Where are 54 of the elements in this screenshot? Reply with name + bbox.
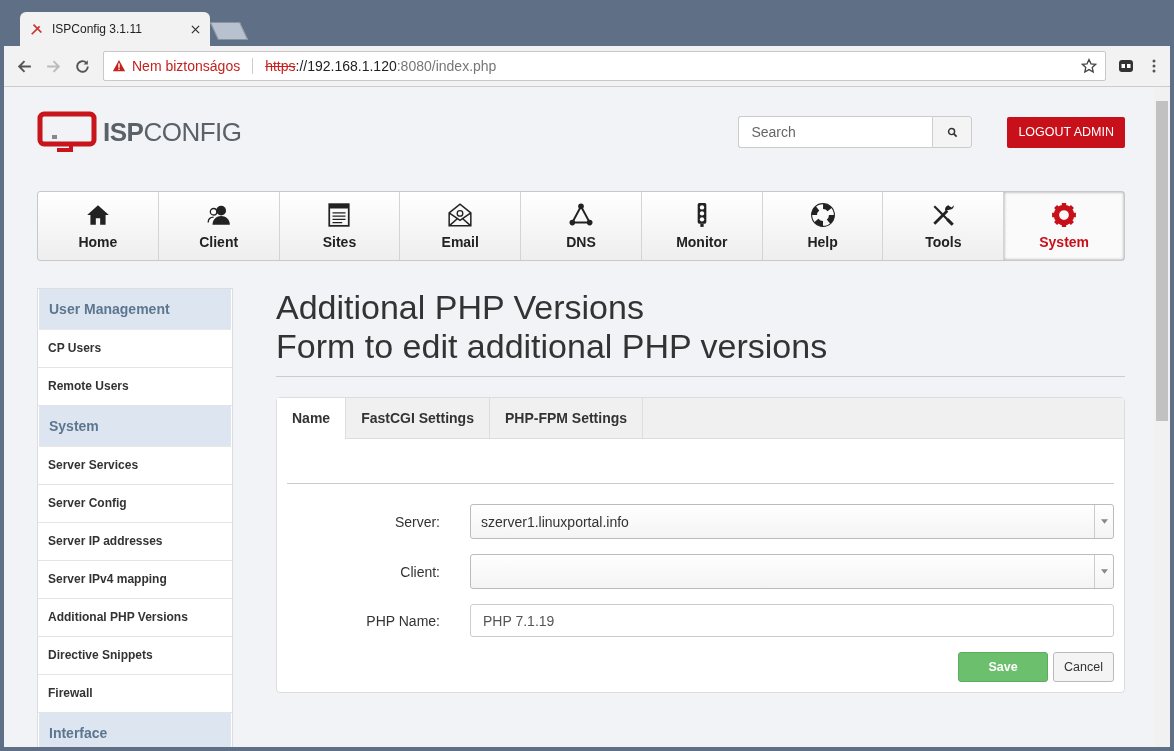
sidebar-heading: System	[39, 406, 231, 447]
form-tab[interactable]: FastCGI Settings	[346, 398, 490, 438]
sidebar-item[interactable]: Server IPv4 mapping	[38, 561, 232, 599]
page-icon	[326, 202, 353, 228]
logout-button[interactable]: LOGOUT ADMIN	[1007, 116, 1125, 148]
field-label: PHP Name:	[365, 612, 441, 629]
sidebar-item[interactable]: Server Config	[38, 485, 232, 523]
sidebar-item[interactable]: Additional PHP Versions	[38, 599, 232, 637]
star-icon[interactable]	[1081, 58, 1097, 74]
scrollbar[interactable]	[1154, 87, 1170, 747]
browser-tab[interactable]: ISPConfig 3.1.11	[20, 12, 210, 46]
page-title: Form to edit additional PHP versions	[276, 327, 828, 366]
sidebar-heading: Interface	[39, 713, 231, 747]
url-text: https://192.168.1.120:8080/index.php	[265, 58, 498, 74]
extension-icon[interactable]	[1118, 58, 1134, 74]
sidebar-item[interactable]: Server Services	[38, 447, 232, 485]
close-icon[interactable]	[191, 24, 200, 34]
nav-tab[interactable]: Monitor	[640, 192, 762, 260]
warning-icon	[112, 59, 126, 73]
nav-tab[interactable]: Home	[38, 192, 158, 260]
nav-tab[interactable]: System	[1003, 192, 1125, 260]
cancel-button[interactable]: Cancel	[1053, 652, 1114, 682]
nav-tab[interactable]: Client	[157, 192, 279, 260]
nav-tab[interactable]: Email	[399, 192, 521, 260]
new-tab-button[interactable]	[209, 22, 249, 40]
page-title: Additional PHP Versions	[276, 288, 644, 327]
text-field[interactable]: PHP 7.1.19	[470, 604, 1114, 637]
caret-icon	[1100, 519, 1108, 524]
select-field[interactable]: szerver1.linuxportal.info	[470, 504, 1114, 539]
lifebuoy-icon	[809, 202, 836, 228]
nav-tab[interactable]: Help	[761, 192, 883, 260]
sidebar-item[interactable]: Server IP addresses	[38, 523, 232, 561]
envelope-icon	[447, 202, 474, 228]
search-button[interactable]	[932, 116, 973, 148]
network-icon	[568, 202, 594, 228]
field-label: Server:	[393, 513, 441, 530]
select-field[interactable]	[470, 554, 1114, 589]
search-field[interactable]: Search	[738, 116, 933, 148]
address-field[interactable]: Nem biztonságos https://192.168.1.120:8080/index.php	[103, 51, 1106, 81]
form-tab[interactable]: Name	[277, 398, 347, 439]
sidebar-item[interactable]: Directive Snippets	[38, 637, 232, 675]
field-label: Client:	[399, 563, 441, 580]
sidebar-item[interactable]: CP Users	[38, 330, 232, 368]
logo-text: ISPCONFIG	[103, 116, 242, 148]
security-warning: Nem biztonságos	[132, 58, 241, 74]
nav-tab[interactable]: DNS	[520, 192, 641, 260]
monitor-logo-icon	[37, 111, 97, 153]
sidebar-heading: User Management	[39, 289, 231, 330]
form-tab[interactable]: PHP-FPM Settings	[489, 398, 644, 438]
nav-tab[interactable]: Sites	[278, 192, 400, 260]
search-icon	[946, 126, 958, 138]
reload-icon[interactable]	[74, 57, 91, 75]
caret-icon	[1100, 569, 1108, 574]
gear-icon	[1051, 202, 1078, 228]
